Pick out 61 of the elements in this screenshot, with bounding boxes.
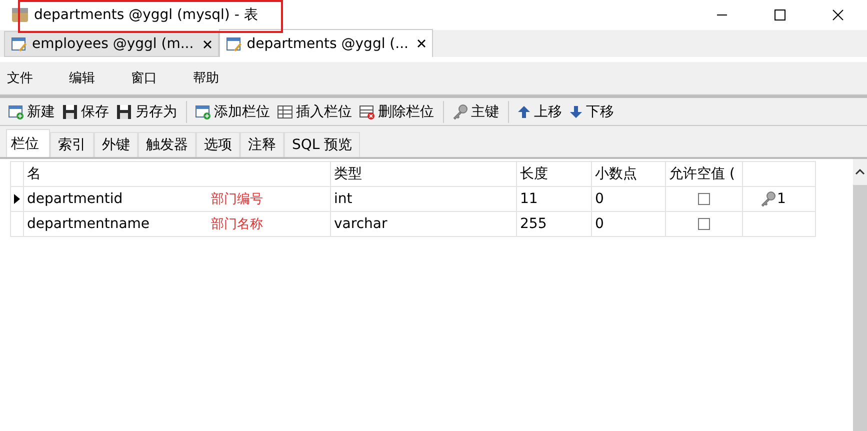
document-tab[interactable]: departments @yggl (...	[218, 29, 434, 57]
menu-item[interactable]: 帮助	[190, 69, 222, 87]
key-icon	[452, 104, 468, 120]
toolbar-button[interactable]: 主键	[452, 102, 499, 120]
arrow-down-icon	[569, 104, 583, 118]
table-icon	[277, 104, 293, 120]
close-icon[interactable]	[202, 40, 212, 48]
column-header: 名	[24, 162, 330, 186]
table-cell: 11	[516, 186, 592, 212]
table-edit-icon	[11, 36, 27, 52]
table-cell: int	[330, 186, 516, 212]
menu-item[interactable]: 文件	[4, 69, 36, 87]
table-delete-icon	[359, 104, 375, 120]
window-title: departments @yggl (mysql) - 表	[34, 6, 258, 24]
column-header: 长度	[516, 162, 592, 186]
tab[interactable]: 选项	[196, 132, 240, 157]
key-number: 1	[777, 191, 786, 207]
checkbox[interactable]	[698, 218, 710, 230]
maximize-icon[interactable]	[774, 9, 786, 21]
document-tab[interactable]: employees @yggl (m...	[4, 31, 219, 57]
menu-item[interactable]: 编辑	[66, 69, 98, 87]
table-cell: 0	[592, 186, 666, 212]
table-cell: 255	[516, 212, 592, 236]
column-header: 允许空值 (	[666, 162, 742, 186]
floppy-icon	[62, 104, 78, 120]
tab[interactable]: 栏位	[6, 129, 50, 157]
checkbox[interactable]	[698, 193, 710, 205]
table-cell: 0	[592, 212, 666, 236]
table-edit-icon	[226, 36, 242, 52]
column-header: 类型	[330, 162, 516, 186]
arrow-up-icon	[517, 104, 531, 118]
table-cell: varchar	[330, 212, 516, 236]
close-icon[interactable]	[417, 39, 426, 48]
floppy-icon	[116, 104, 132, 120]
toolbar-button[interactable]: 上移	[517, 102, 562, 120]
toolbar-button[interactable]: 删除栏位	[359, 102, 434, 120]
scrollbar[interactable]	[853, 159, 867, 431]
menu-item[interactable]: 窗口	[128, 69, 160, 87]
toolbar-button[interactable]: 添加栏位	[195, 102, 270, 120]
toolbar-button[interactable]: 新建	[8, 102, 55, 120]
tab[interactable]: 外键	[94, 132, 138, 157]
annotation-text: 部门编号	[211, 191, 263, 208]
tab[interactable]: SQL 预览	[284, 132, 360, 157]
tab[interactable]: 触发器	[138, 132, 196, 157]
row-header[interactable]	[10, 186, 24, 212]
table-add-icon	[195, 104, 211, 120]
annotation-text: 部门名称	[211, 216, 263, 233]
scroll-up-icon[interactable]	[855, 169, 865, 175]
toolbar-button[interactable]: 下移	[569, 102, 614, 120]
table-add-icon	[8, 104, 24, 120]
row-pointer-icon	[14, 194, 20, 204]
close-icon[interactable]	[832, 9, 844, 21]
toolbar-button[interactable]: 另存为	[116, 102, 177, 120]
key-icon	[760, 191, 776, 207]
toolbar-button[interactable]: 插入栏位	[277, 102, 352, 120]
toolbar-button[interactable]: 保存	[62, 102, 109, 120]
table-cell-text: departmentid	[27, 191, 124, 207]
tab[interactable]: 索引	[50, 132, 94, 157]
table-cell-text: departmentname	[27, 216, 151, 232]
column-header: 小数点	[592, 162, 666, 186]
tab[interactable]: 注释	[240, 132, 284, 157]
